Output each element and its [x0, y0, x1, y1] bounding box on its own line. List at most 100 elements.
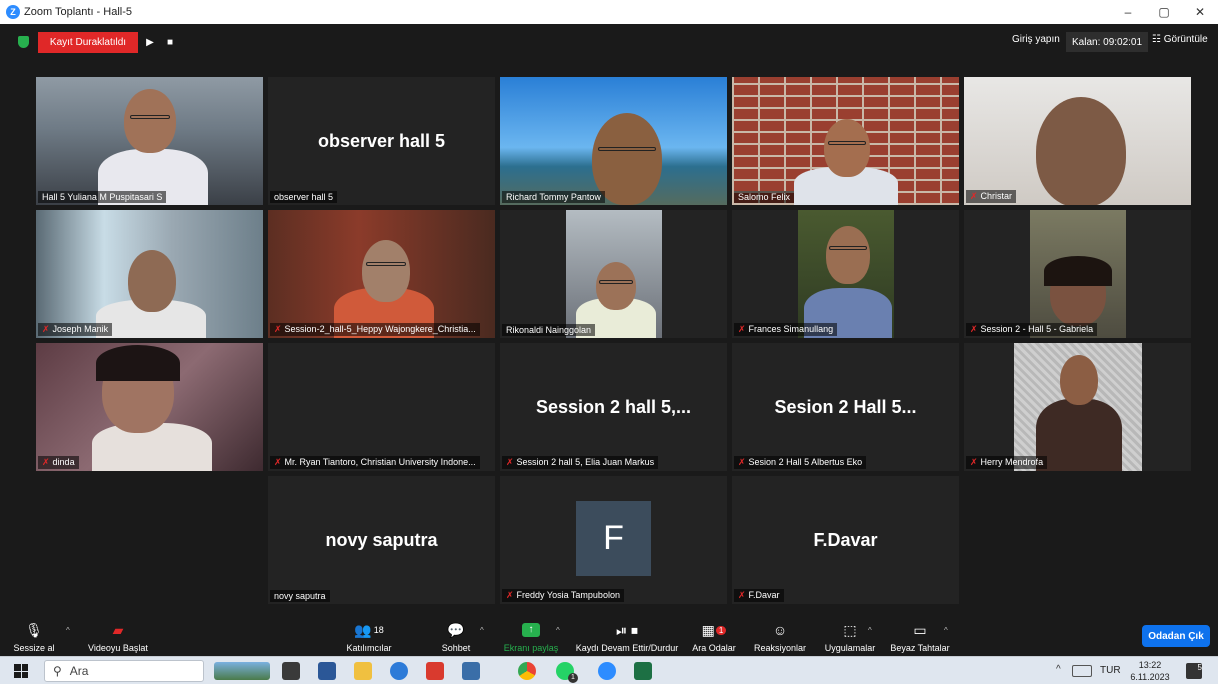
video-tile[interactable]: Richard Tommy Pantow: [500, 77, 727, 205]
video-tile[interactable]: ✗ Session-2_hall-5_Heppy Wajongkere_Chris…: [268, 210, 495, 338]
participant-name: ✗ Sesion 2 Hall 5 Albertus Eko: [734, 456, 867, 469]
muted-mic-icon: ✗: [738, 590, 746, 600]
whiteboard-label: Beyaz Tahtalar: [890, 643, 950, 653]
microphone-icon: 🎙: [25, 621, 43, 638]
browser-icon[interactable]: [390, 662, 408, 680]
whiteboards-button[interactable]: ▭ Beyaz Tahtalar: [888, 614, 952, 656]
windows-start-icon[interactable]: [14, 664, 28, 678]
pdf-reader-icon[interactable]: [426, 662, 444, 680]
participant-name-text: Herry Mendrofa: [980, 457, 1044, 467]
video-tile[interactable]: ✗ Mr. Ryan Tiantoro, Christian University…: [268, 343, 495, 471]
video-tile[interactable]: observer hall 5 observer hall 5: [268, 77, 495, 205]
recording-status[interactable]: Kayıt Duraklatıldı: [38, 32, 138, 53]
keyboard-icon[interactable]: [1072, 665, 1092, 677]
participant-name-text: Sesion 2 Hall 5 Albertus Eko: [748, 457, 863, 467]
participant-name-text: Session 2 - Hall 5 - Gabriela: [980, 324, 1094, 334]
leave-meeting-button[interactable]: Odadan Çık: [1142, 625, 1210, 647]
close-button[interactable]: ✕: [1182, 0, 1218, 24]
chevron-up-icon[interactable]: ^: [66, 626, 70, 635]
clock[interactable]: 13:22 6.11.2023: [1128, 659, 1172, 683]
breakout-rooms-button[interactable]: ▦ 1 Ara Odalar: [688, 614, 740, 656]
video-tile[interactable]: ✗ Herry Mendrofa: [964, 343, 1191, 471]
video-tile[interactable]: ✗ dinda: [36, 343, 263, 471]
chat-button[interactable]: 💬 Sohbet: [436, 614, 476, 656]
stop-recording-button[interactable]: ■: [160, 32, 180, 53]
start-video-button[interactable]: ▰ Videoyu Başlat: [80, 614, 156, 656]
mute-button[interactable]: 🎙 Sessize al: [4, 614, 64, 656]
chrome-icon[interactable]: [518, 662, 536, 680]
breakout-label: Ara Odalar: [692, 643, 736, 653]
calculator-icon[interactable]: [462, 662, 480, 680]
participant-name-text: novy saputra: [274, 591, 326, 601]
view-button[interactable]: ☷ Görüntüle: [1152, 34, 1208, 45]
participant-video: [732, 77, 959, 205]
breakout-rooms-icon: ▦ 1: [702, 620, 727, 640]
chevron-up-icon[interactable]: ^: [480, 626, 484, 635]
video-tile[interactable]: Hall 5 Yuliana M Puspitasari S: [36, 77, 263, 205]
language-indicator[interactable]: TUR: [1100, 665, 1121, 676]
whatsapp-icon[interactable]: 1: [556, 662, 578, 683]
video-tile[interactable]: F.Davar ✗ F.Davar: [732, 476, 959, 604]
participant-name: ✗ F.Davar: [734, 589, 784, 602]
muted-mic-icon: ✗: [42, 457, 50, 467]
participant-name: Hall 5 Yuliana M Puspitasari S: [38, 191, 167, 203]
video-tile[interactable]: Session 2 hall 5,... ✗ Session 2 hall 5, …: [500, 343, 727, 471]
zoom-app-icon[interactable]: [598, 662, 616, 680]
participant-big-name: Sesion 2 Hall 5...: [774, 396, 917, 417]
reactions-button[interactable]: ☺ Reaksiyonlar: [750, 614, 810, 656]
minimize-button[interactable]: –: [1110, 0, 1146, 24]
participant-name: ✗ dinda: [38, 456, 79, 469]
taskbar-search[interactable]: ⚲ Ara: [44, 660, 204, 682]
record-toggle-button[interactable]: ⏯ ⏹ Kaydı Devam Ettir/Durdur: [570, 614, 684, 656]
muted-mic-icon: ✗: [274, 324, 282, 334]
file-explorer-icon[interactable]: [354, 662, 372, 680]
video-tile-active-speaker[interactable]: Salomo Felix: [732, 77, 959, 205]
search-placeholder: Ara: [69, 664, 89, 678]
chevron-up-icon[interactable]: ^: [868, 626, 872, 635]
chevron-up-icon[interactable]: ^: [556, 626, 560, 635]
excel-icon[interactable]: [634, 662, 652, 680]
security-shield-icon[interactable]: [18, 36, 29, 48]
notification-icon[interactable]: 5: [1186, 663, 1202, 679]
participant-name-text: Christar: [980, 191, 1013, 201]
muted-mic-icon: ✗: [506, 590, 514, 600]
video-tile[interactable]: novy saputra novy saputra: [268, 476, 495, 604]
window-title: Zoom Toplantı - Hall-5: [24, 6, 133, 18]
video-tile[interactable]: ✗ Session 2 - Hall 5 - Gabriela: [964, 210, 1191, 338]
apps-button[interactable]: ⬚ Uygulamalar: [818, 614, 882, 656]
participant-name: ✗ Session-2_hall-5_Heppy Wajongkere_Chris…: [270, 323, 480, 336]
video-tile[interactable]: ✗ Christar: [964, 77, 1191, 205]
participant-name-text: Richard Tommy Pantow: [506, 192, 601, 202]
participant-name: ✗ Freddy Yosia Tampubolon: [502, 589, 624, 602]
participant-video: [36, 343, 263, 471]
clock-time: 13:22: [1138, 660, 1162, 670]
chat-label: Sohbet: [441, 643, 471, 653]
participant-name: Salomo Felix: [734, 191, 795, 203]
video-tile[interactable]: F ✗ Freddy Yosia Tampubolon: [500, 476, 727, 604]
word-icon[interactable]: [318, 662, 336, 680]
chevron-up-icon[interactable]: ^: [1056, 664, 1061, 675]
video-off-icon: ▰: [112, 621, 124, 638]
muted-mic-icon: ✗: [970, 457, 978, 467]
participants-button[interactable]: 👥 18 Katılımcılar: [338, 614, 400, 656]
signin-link[interactable]: Giriş yapın: [1012, 34, 1060, 45]
chevron-up-icon[interactable]: ^: [944, 626, 948, 635]
participant-name: Richard Tommy Pantow: [502, 191, 605, 203]
participant-name: ✗ Mr. Ryan Tiantoro, Christian University…: [270, 456, 480, 469]
share-screen-button[interactable]: ↑ Ekranı paylaş: [500, 614, 562, 656]
search-highlight-icon[interactable]: [214, 662, 270, 680]
video-tile[interactable]: ✗ Joseph Manik: [36, 210, 263, 338]
video-tile[interactable]: Rikonaldi Nainggolan: [500, 210, 727, 338]
task-view-icon[interactable]: [282, 662, 300, 680]
participant-video: [964, 210, 1191, 338]
maximize-button[interactable]: ▢: [1146, 0, 1182, 24]
participant-name-text: dinda: [52, 457, 75, 467]
participant-name: ✗ Session 2 - Hall 5 - Gabriela: [966, 323, 1098, 336]
video-tile[interactable]: Sesion 2 Hall 5... ✗ Sesion 2 Hall 5 Albe…: [732, 343, 959, 471]
video-tile[interactable]: ✗ Frances Simanullang: [732, 210, 959, 338]
whatsapp-badge: 1: [568, 673, 578, 683]
clock-date: 6.11.2023: [1130, 672, 1170, 682]
participant-name-text: observer hall 5: [274, 192, 334, 202]
resume-recording-button[interactable]: ▶: [140, 32, 160, 53]
participant-video: [500, 210, 727, 338]
